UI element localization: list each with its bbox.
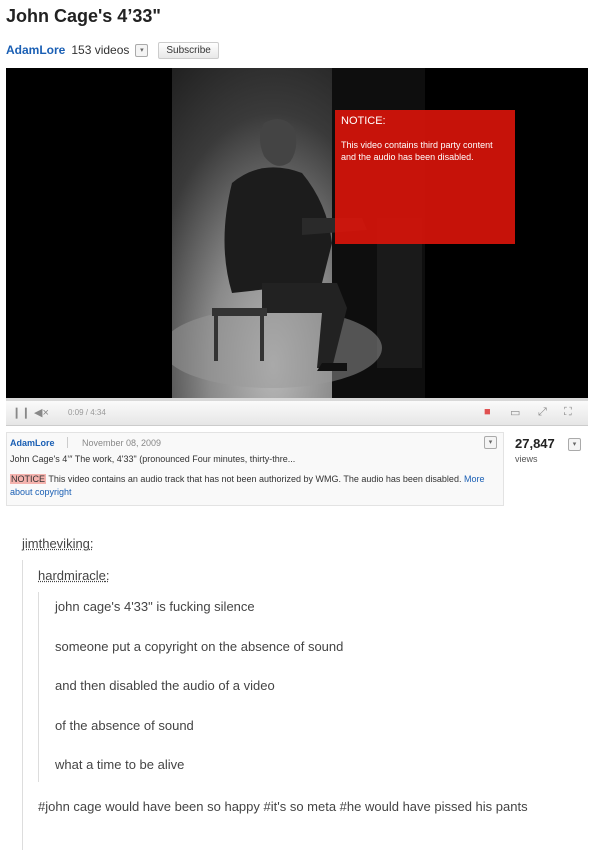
pause-icon[interactable]: ❙❙ xyxy=(12,406,30,419)
muted-speaker-icon[interactable]: ◀× xyxy=(34,406,49,419)
quote-border xyxy=(22,560,23,850)
time-display: 0:09 / 4:34 xyxy=(68,408,106,417)
uploader-link[interactable]: AdamLore xyxy=(10,438,55,448)
upload-date: November 08, 2009 xyxy=(82,438,162,448)
notice-body: This video contains third party content … xyxy=(341,140,493,162)
username-hardmiracle[interactable]: hardmiracle: xyxy=(38,568,110,583)
channel-row: AdamLore 153 videos ▾ Subscribe xyxy=(6,40,219,60)
video-description: John Cage's 4’″ The work, 4'33" (pronoun… xyxy=(10,454,296,464)
quote-border xyxy=(38,592,39,782)
annotation-icon[interactable]: ■ xyxy=(484,406,491,418)
chevron-down-icon[interactable]: ▾ xyxy=(484,436,497,449)
username-jimtheviking[interactable]: jimtheviking: xyxy=(22,536,94,551)
chevron-down-icon[interactable]: ▾ xyxy=(568,438,581,451)
post-line: someone put a copyright on the absence o… xyxy=(55,639,344,654)
post-tags: #john cage would have been so happy #it'… xyxy=(38,799,528,814)
video-player[interactable]: NOTICE: This video contains third party … xyxy=(6,68,588,398)
player-controls: ❙❙ ◀× 0:09 / 4:34 ■ ▭ ⤢ ⛶ xyxy=(6,401,588,426)
expand-icon[interactable]: ⤢ xyxy=(538,406,547,419)
channel-link[interactable]: AdamLore xyxy=(6,43,65,57)
chevron-down-icon[interactable]: ▾ xyxy=(135,43,149,57)
youtube-screenshot: John Cage's 4’33" AdamLore 153 videos ▾ … xyxy=(0,0,594,515)
views-label: views xyxy=(515,454,538,464)
reblog-thread: jimtheviking: hardmiracle: john cage's 4… xyxy=(0,520,594,858)
notice-heading: NOTICE: xyxy=(341,115,386,127)
divider xyxy=(67,437,68,448)
notice-text: This video contains an audio track that … xyxy=(46,474,464,484)
post-line: john cage's 4'33" is fucking silence xyxy=(55,599,255,614)
copyright-notice-overlay: NOTICE: This video contains third party … xyxy=(335,110,515,244)
popout-icon[interactable]: ▭ xyxy=(510,406,520,419)
post-line: what a time to be alive xyxy=(55,757,185,772)
view-count: 27,847 xyxy=(515,436,555,451)
video-count: 153 videos xyxy=(71,43,130,57)
fullscreen-icon[interactable]: ⛶ xyxy=(564,406,572,419)
post-line: and then disabled the audio of a video xyxy=(55,678,275,693)
subscribe-button[interactable]: Subscribe xyxy=(158,41,219,59)
post-line: of the absence of sound xyxy=(55,718,194,733)
video-title: John Cage's 4’33" xyxy=(6,6,161,26)
copyright-notice: NOTICE This video contains an audio trac… xyxy=(10,473,496,499)
video-info-panel: AdamLore November 08, 2009 John Cage's 4… xyxy=(6,432,504,506)
notice-tag: NOTICE xyxy=(10,474,47,484)
